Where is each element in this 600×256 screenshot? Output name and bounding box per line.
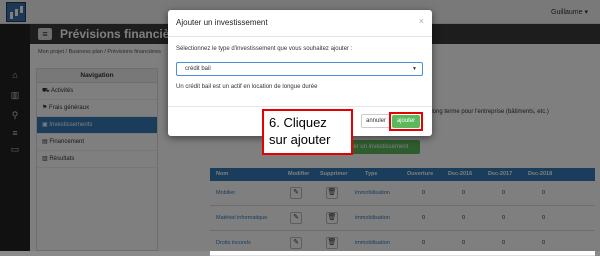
instruction-callout: 6. Cliquez sur ajouter: [262, 109, 353, 155]
investment-type-select[interactable]: crédit bail ▼: [176, 62, 423, 76]
modal-prompt: Sélectionnez le type d'investissement qu…: [176, 46, 353, 52]
callout-line: 6. Cliquez: [269, 115, 327, 130]
modal-info-text: Un crédit bail est un actif en location …: [176, 84, 318, 90]
close-icon[interactable]: ×: [419, 16, 424, 26]
select-value: crédit bail: [185, 66, 211, 72]
modal-title: Ajouter un investissement: [176, 18, 268, 27]
highlight-box: [389, 112, 423, 131]
caret-down-icon: ▼: [412, 66, 417, 72]
callout-line: sur ajouter: [269, 132, 331, 147]
cancel-button[interactable]: annuler: [361, 114, 391, 128]
divider: [168, 36, 432, 37]
divider: [168, 106, 432, 107]
